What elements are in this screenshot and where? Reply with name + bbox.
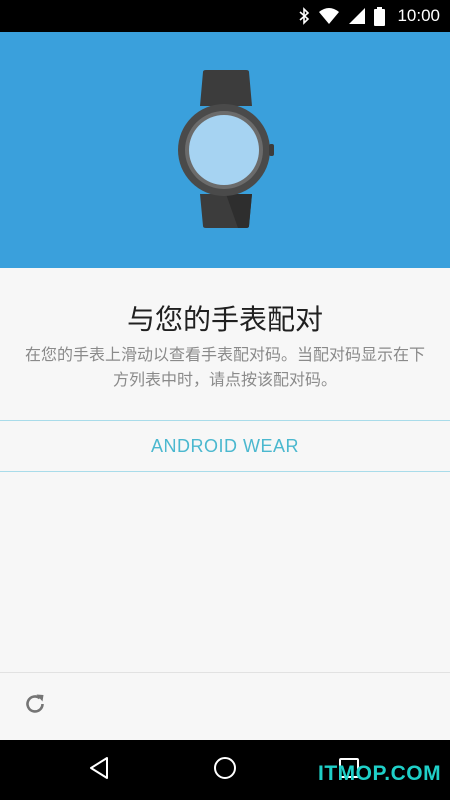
bottom-action-bar — [0, 672, 450, 740]
page-description: 在您的手表上滑动以查看手表配对码。当配对码显示在下方列表中时，请点按该配对码。 — [25, 345, 426, 389]
wifi-icon — [318, 7, 340, 25]
home-icon — [213, 756, 237, 784]
hero-banner — [0, 32, 450, 268]
home-button[interactable] — [207, 752, 243, 788]
watermark-text: ITMOP.COM — [318, 762, 442, 785]
status-time: 10:00 — [397, 6, 440, 25]
back-icon — [88, 756, 110, 784]
main-content: 与您的手表配对 在您的手表上滑动以查看手表配对码。当配对码显示在下方列表中时，请… — [0, 268, 450, 740]
battery-icon — [374, 6, 386, 26]
back-button[interactable] — [81, 752, 117, 788]
bluetooth-icon — [298, 7, 310, 25]
refresh-icon — [23, 692, 47, 720]
smartwatch-illustration — [178, 70, 274, 228]
status-bar: 10:00 — [0, 0, 450, 32]
status-icons: 10:00 — [298, 0, 440, 32]
device-list: ANDROID WEAR — [0, 420, 450, 472]
page-title: 与您的手表配对 — [126, 303, 323, 336]
device-item-android-wear[interactable]: ANDROID WEAR — [0, 420, 450, 472]
refresh-button[interactable] — [18, 689, 52, 723]
signal-icon — [348, 7, 366, 25]
